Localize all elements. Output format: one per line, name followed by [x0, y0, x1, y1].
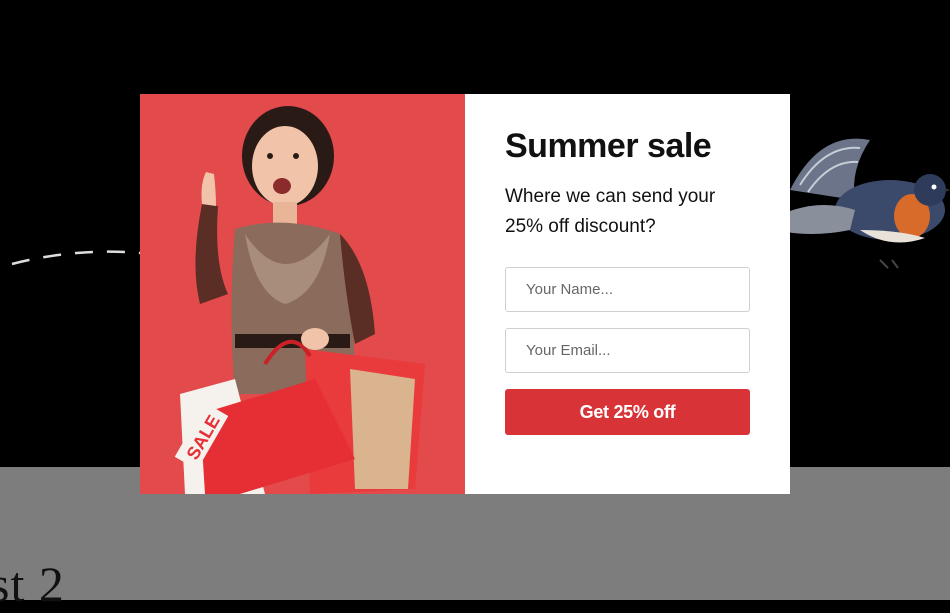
woman-with-shopping-bags-illustration: SALE	[140, 94, 465, 494]
discount-popup: SALE Summer sale Where we can send your …	[140, 94, 790, 494]
name-input[interactable]	[505, 267, 750, 312]
get-discount-button[interactable]: Get 25% off	[505, 389, 750, 435]
post-title[interactable]: ost 2	[0, 555, 65, 613]
popup-form-panel: Summer sale Where we can send your 25% o…	[465, 94, 790, 494]
popup-title: Summer sale	[505, 127, 712, 165]
dashed-flight-path	[11, 250, 151, 266]
email-input[interactable]	[505, 328, 750, 373]
popup-subtitle: Where we can send your 25% off discount?	[505, 186, 716, 237]
promo-image: SALE	[140, 94, 465, 494]
